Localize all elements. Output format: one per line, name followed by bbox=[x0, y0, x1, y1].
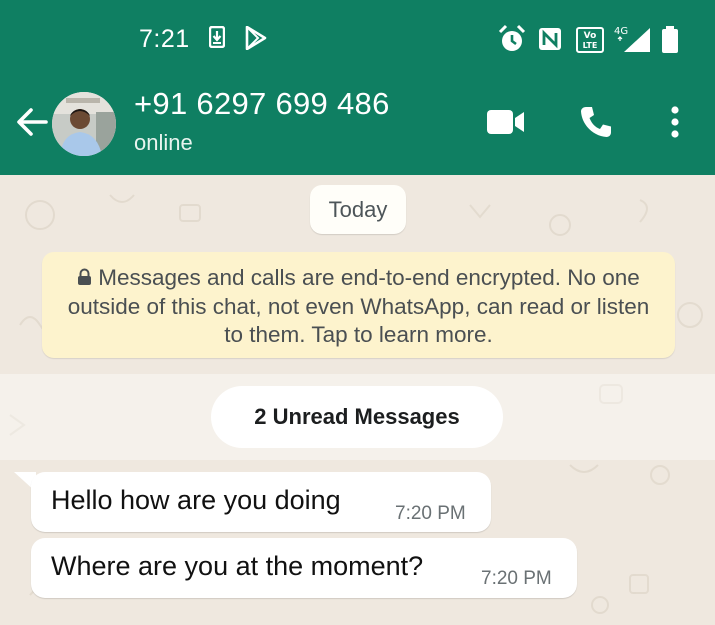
message-bubble[interactable]: Where are you at the moment? 7:20 PM bbox=[31, 538, 577, 598]
video-call-icon[interactable] bbox=[486, 108, 526, 141]
message-text: Where are you at the moment? bbox=[51, 551, 424, 581]
signal-icon: 4G bbox=[612, 24, 652, 59]
avatar[interactable] bbox=[52, 92, 116, 156]
volte-icon: Vo LTE bbox=[576, 27, 604, 58]
back-arrow-icon[interactable] bbox=[12, 102, 52, 142]
status-time: 7:21 bbox=[139, 25, 190, 53]
app-header: 7:21 Vo LTE 4G +91 6297 699 486 online bbox=[0, 0, 715, 175]
message-time: 7:20 PM bbox=[395, 503, 466, 524]
lock-icon bbox=[77, 265, 92, 293]
contact-name[interactable]: +91 6297 699 486 bbox=[134, 86, 390, 122]
encryption-notice[interactable]: Messages and calls are end-to-end encryp… bbox=[42, 252, 675, 358]
volte-label-bottom: LTE bbox=[583, 41, 598, 50]
contact-status: online bbox=[134, 130, 193, 155]
play-store-icon bbox=[245, 25, 267, 55]
download-notification-icon bbox=[208, 25, 226, 53]
voice-call-icon[interactable] bbox=[579, 105, 613, 144]
message-text: Hello how are you doing bbox=[51, 485, 341, 515]
date-divider: Today bbox=[310, 185, 406, 234]
message-time: 7:20 PM bbox=[481, 568, 552, 589]
message-bubble[interactable]: Hello how are you doing 7:20 PM bbox=[31, 472, 491, 532]
nfc-icon bbox=[538, 27, 562, 56]
status-bar: 7:21 Vo LTE 4G bbox=[0, 0, 715, 80]
unread-messages-label: 2 Unread Messages bbox=[211, 386, 503, 448]
network-label: 4G bbox=[614, 26, 628, 37]
alarm-icon bbox=[497, 24, 527, 59]
more-options-icon[interactable] bbox=[669, 104, 681, 145]
encryption-notice-text: Messages and calls are end-to-end encryp… bbox=[67, 265, 650, 347]
volte-label-top: Vo bbox=[584, 31, 597, 41]
battery-icon bbox=[661, 26, 679, 59]
